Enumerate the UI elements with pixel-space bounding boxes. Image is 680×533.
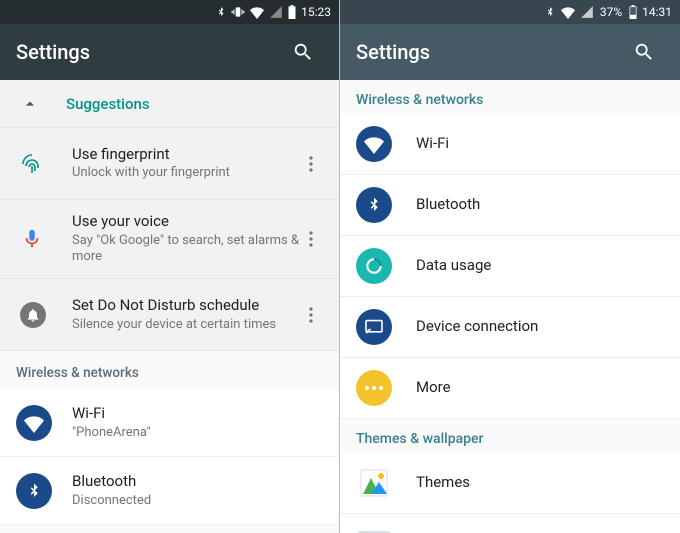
wifi-icon (16, 405, 52, 441)
item-title: Data usage (416, 256, 664, 276)
bluetooth-status-icon (215, 5, 227, 19)
status-time: 15:23 (301, 5, 331, 19)
content-scroll[interactable]: Suggestions Use fingerprint Unlock with … (0, 80, 339, 533)
overflow-button[interactable] (299, 231, 323, 247)
signal-status-icon (580, 5, 594, 19)
page-title: Settings (356, 40, 624, 64)
item-subtitle: Disconnected (72, 493, 323, 510)
setting-device-connection[interactable]: Device connection (340, 297, 680, 358)
bluetooth-icon (16, 473, 52, 509)
item-title: Bluetooth (416, 195, 664, 215)
suggestion-dnd[interactable]: Set Do Not Disturb schedule Silence your… (0, 279, 339, 351)
themes-icon (356, 465, 392, 501)
battery-percent: 37% (600, 5, 622, 19)
fingerprint-icon (20, 152, 44, 176)
cast-icon (356, 309, 392, 345)
item-title: Device connection (416, 317, 664, 337)
more-horiz-icon (356, 370, 392, 406)
status-bar: 37% 14:31 (340, 0, 680, 24)
status-time: 14:31 (642, 5, 672, 19)
vibrate-status-icon (231, 5, 245, 19)
wallpaper-icon (356, 526, 392, 533)
search-button[interactable] (283, 32, 323, 72)
bluetooth-status-icon (544, 5, 556, 19)
wifi-icon (356, 126, 392, 162)
setting-data-usage[interactable]: Data usage (340, 236, 680, 297)
app-bar: Settings (340, 24, 680, 80)
suggestion-subtitle: Unlock with your fingerprint (72, 165, 299, 182)
item-title: More (416, 378, 664, 398)
wifi-status-icon (560, 5, 576, 19)
search-button[interactable] (624, 32, 664, 72)
left-device: 15:23 Settings Suggestions Use fingerpri… (0, 0, 340, 533)
more-vert-icon (309, 231, 313, 247)
chevron-up-icon (18, 92, 42, 116)
app-bar: Settings (0, 24, 339, 80)
item-title: Themes (416, 473, 664, 493)
suggestion-title: Use your voice (72, 212, 299, 232)
suggestion-voice[interactable]: Use your voice Say "Ok Google" to search… (0, 200, 339, 279)
item-title: Wi-Fi (416, 134, 664, 154)
suggestions-label: Suggestions (66, 95, 150, 113)
bluetooth-icon (356, 187, 392, 223)
suggestion-fingerprint[interactable]: Use fingerprint Unlock with your fingerp… (0, 128, 339, 200)
setting-themes[interactable]: Themes (340, 453, 680, 514)
overflow-button[interactable] (299, 156, 323, 172)
item-title: Wi-Fi (72, 404, 323, 424)
right-device: 37% 14:31 Settings Wireless & networks W… (340, 0, 680, 533)
setting-more[interactable]: More (340, 358, 680, 419)
signal-status-icon (269, 5, 283, 19)
setting-bluetooth[interactable]: Bluetooth Disconnected (0, 457, 339, 525)
suggestion-title: Set Do Not Disturb schedule (72, 296, 299, 316)
overflow-button[interactable] (299, 307, 323, 323)
item-subtitle: "PhoneArena" (72, 425, 323, 442)
suggestion-title: Use fingerprint (72, 145, 299, 165)
setting-wifi[interactable]: Wi-Fi (340, 114, 680, 175)
section-themes: Themes & wallpaper (340, 419, 680, 453)
page-title: Settings (16, 40, 283, 64)
more-vert-icon (309, 307, 313, 323)
suggestion-subtitle: Say "Ok Google" to search, set alarms & … (72, 233, 299, 267)
status-bar: 15:23 (0, 0, 339, 24)
section-wireless: Wireless & networks (0, 351, 339, 389)
dnd-icon (20, 302, 46, 328)
item-title: Bluetooth (72, 472, 323, 492)
setting-wallpaper[interactable]: Wallpaper (340, 514, 680, 533)
battery-status-icon (287, 5, 297, 19)
suggestion-subtitle: Silence your device at certain times (72, 317, 299, 334)
content-scroll[interactable]: Wireless & networks Wi-Fi Bluetooth Data… (340, 80, 680, 533)
mic-icon (20, 227, 44, 251)
section-wireless: Wireless & networks (340, 80, 680, 114)
setting-wifi[interactable]: Wi-Fi "PhoneArena" (0, 389, 339, 457)
setting-bluetooth[interactable]: Bluetooth (340, 175, 680, 236)
data-usage-icon (356, 248, 392, 284)
battery-status-icon (628, 5, 638, 19)
search-icon (633, 41, 655, 63)
search-icon (292, 41, 314, 63)
more-vert-icon (309, 156, 313, 172)
wifi-status-icon (249, 5, 265, 19)
suggestions-toggle[interactable]: Suggestions (0, 80, 339, 128)
